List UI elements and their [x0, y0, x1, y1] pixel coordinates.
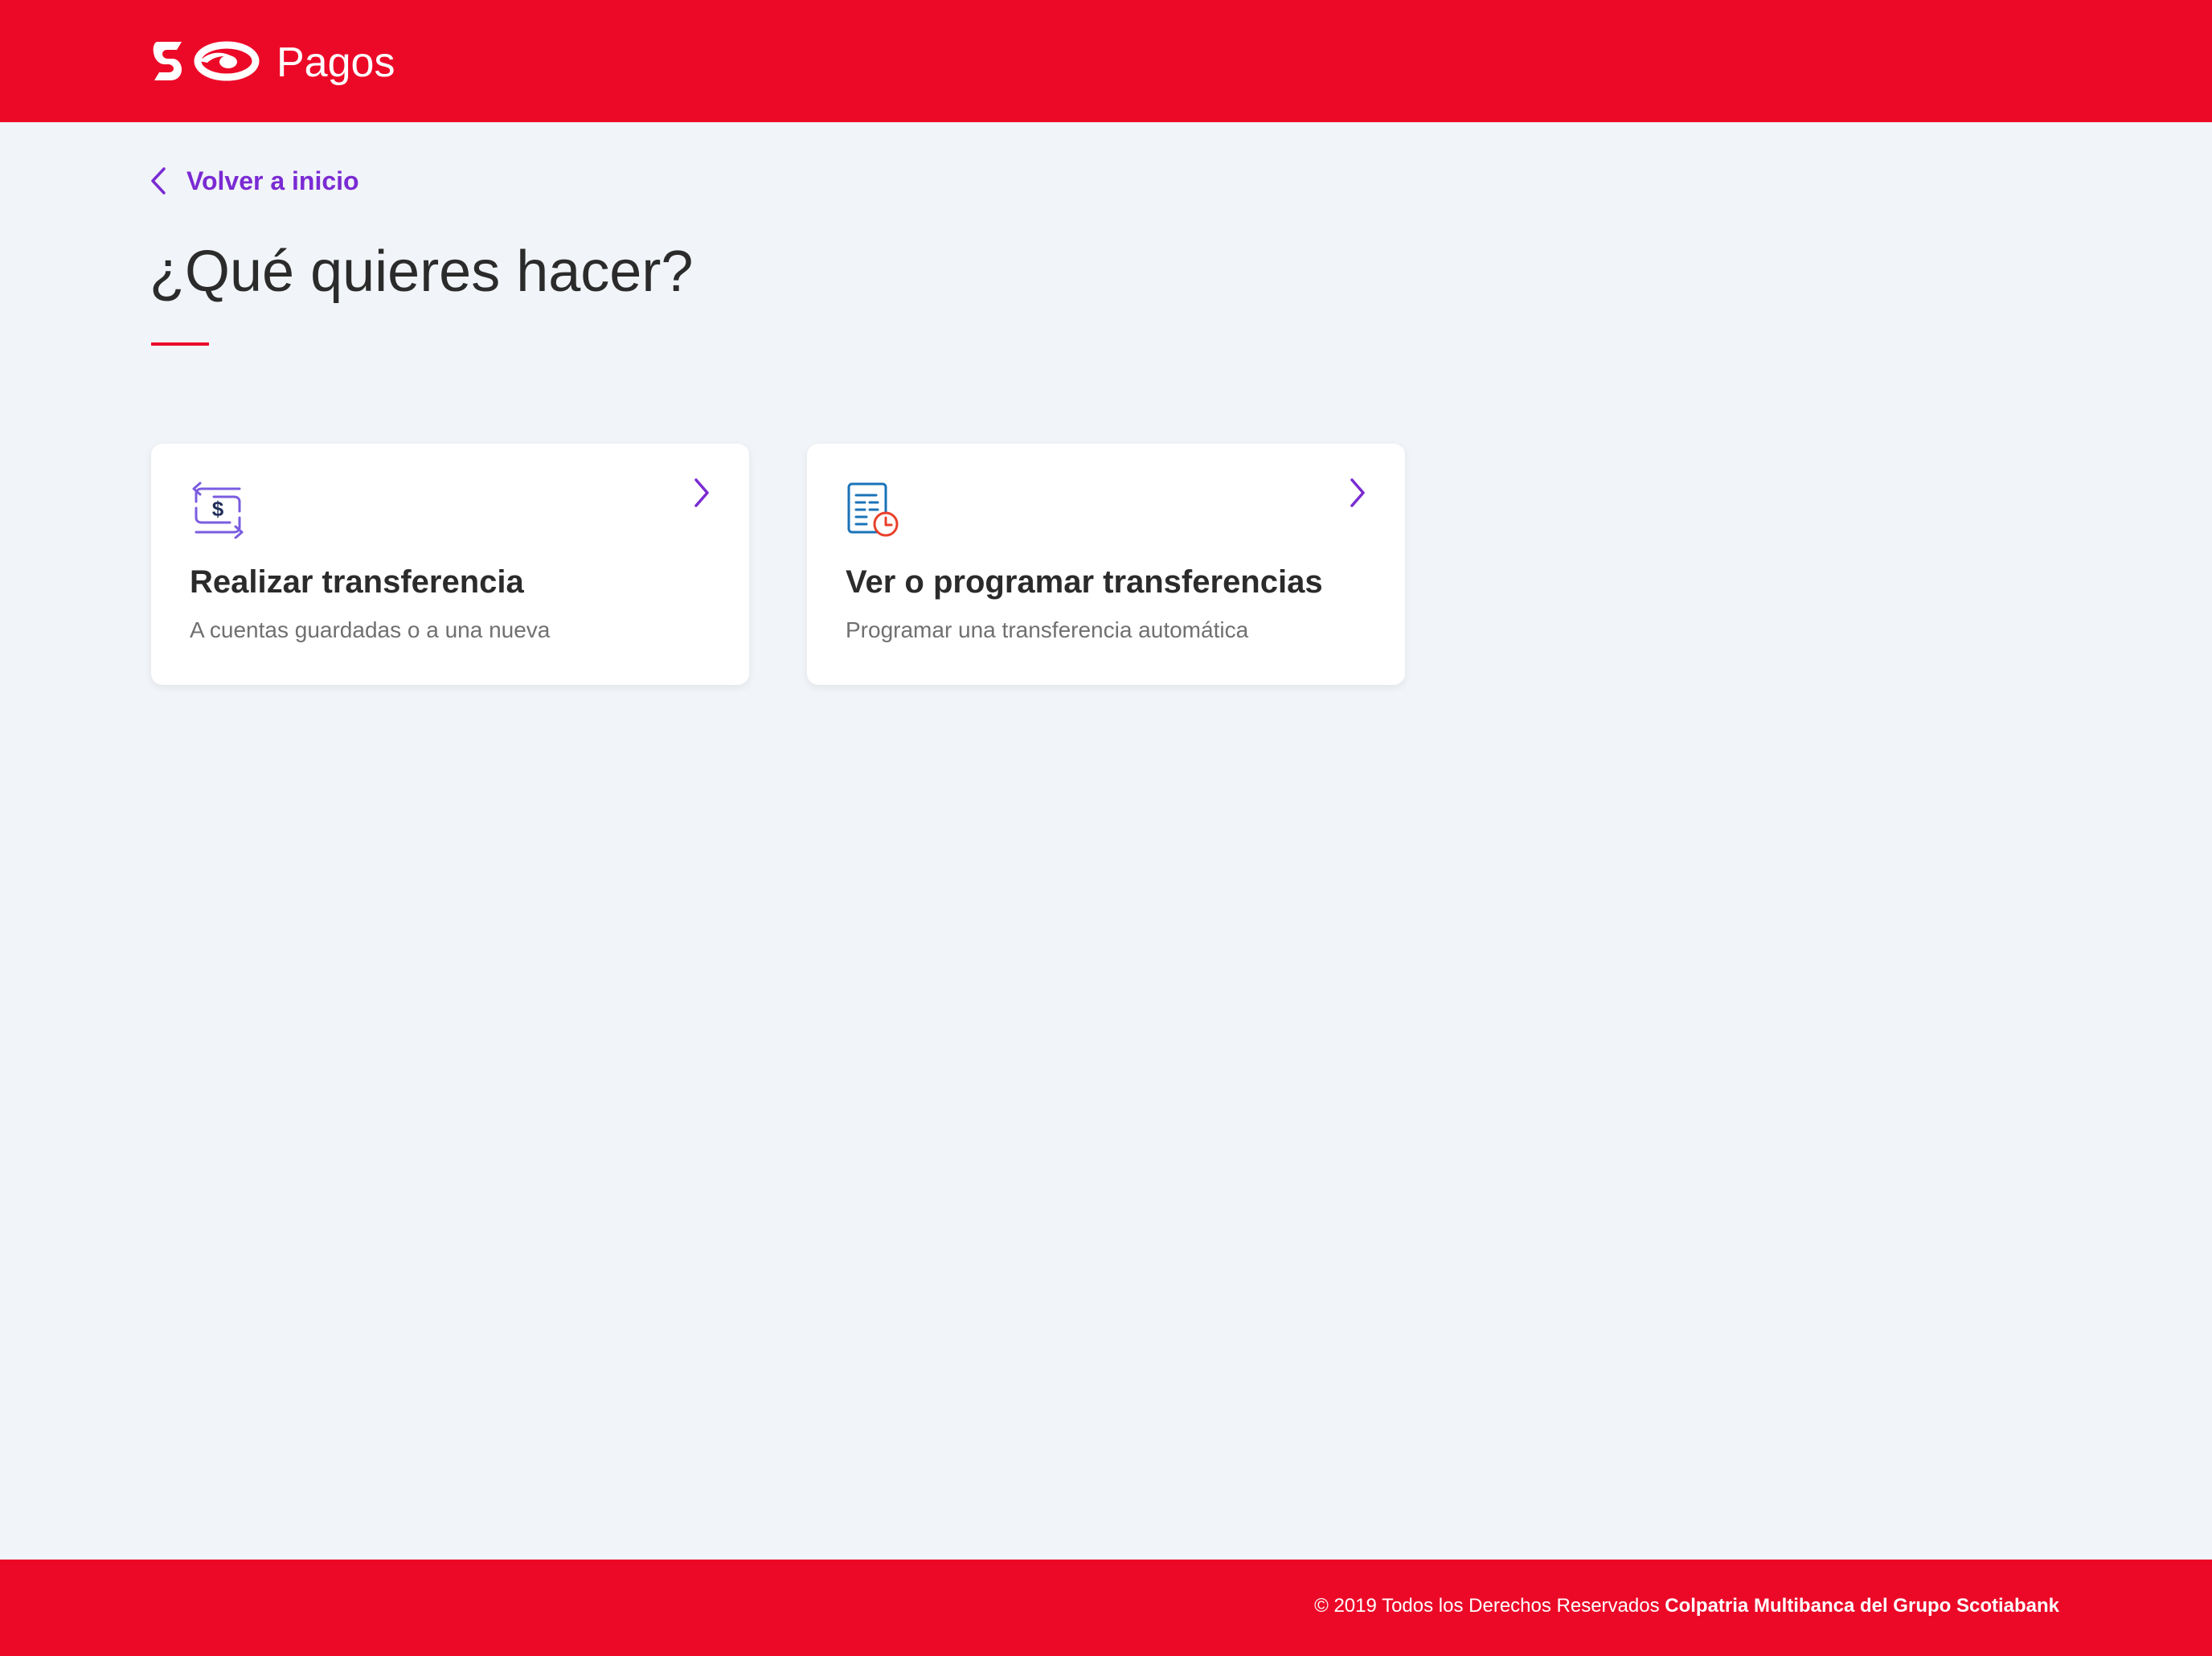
copyright-text: © 2019 Todos los Derechos Reservados: [1314, 1595, 1660, 1617]
scotiabank-logo[interactable]: [150, 37, 262, 85]
app-header: Pagos: [0, 0, 2212, 122]
footer-copyright: © 2019 Todos los Derechos Reservados Col…: [1314, 1595, 2059, 1617]
scheduled-document-icon: [847, 482, 899, 537]
option-subtitle: Programar una transferencia automática: [846, 617, 1249, 642]
option-subtitle: A cuentas guardadas o a una nueva: [190, 617, 551, 642]
option-card-scheduled-transfers[interactable]: Ver o programar transferencias Programar…: [807, 444, 1405, 685]
chevron-right-icon: [1350, 478, 1365, 507]
svg-text:$: $: [212, 497, 224, 521]
company-name: Colpatria Multibanca del Grupo Scotiaban…: [1665, 1595, 2059, 1617]
chevron-left-icon: [151, 167, 166, 195]
option-title: Realizar transferencia: [190, 564, 524, 600]
transfer-money-icon: $: [192, 482, 244, 539]
app-title: Pagos: [276, 39, 395, 86]
page-title: ¿Qué quieres hacer?: [150, 240, 694, 304]
back-to-home-link[interactable]: Volver a inicio: [150, 161, 359, 201]
back-link-label: Volver a inicio: [186, 166, 359, 195]
chevron-right-icon: [694, 478, 709, 507]
title-underline: [151, 342, 209, 346]
app-footer: © 2019 Todos los Derechos Reservados Col…: [0, 1560, 2212, 1656]
option-title: Ver o programar transferencias: [846, 564, 1323, 600]
option-card-transfer[interactable]: $ Realizar transferencia A cuentas guard…: [151, 444, 749, 685]
